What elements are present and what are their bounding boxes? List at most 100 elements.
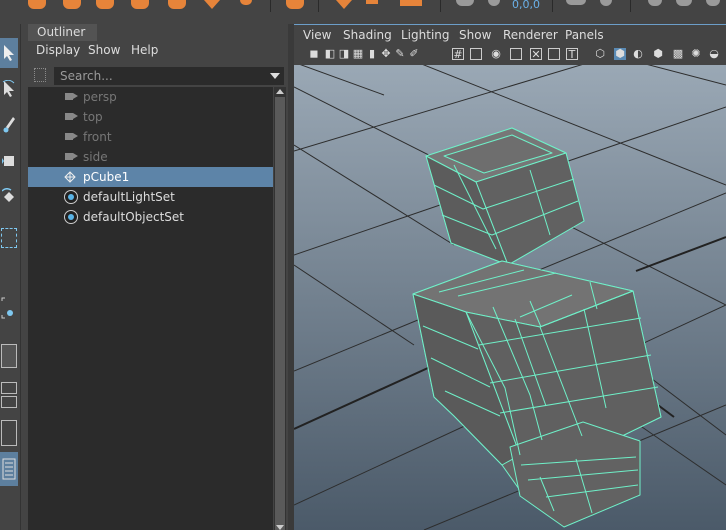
- default-material-icon[interactable]: ◐: [632, 48, 644, 60]
- shelf: 0,0,0: [0, 0, 726, 24]
- cylinder-icon[interactable]: [96, 0, 114, 9]
- outliner-item-label: pCube1: [83, 170, 130, 184]
- search-input[interactable]: [54, 67, 284, 85]
- safe-title-icon[interactable]: T: [566, 48, 578, 61]
- menu-lighting[interactable]: Lighting: [401, 28, 450, 42]
- 3d-scene[interactable]: [294, 65, 726, 530]
- filter-icon[interactable]: [34, 68, 46, 82]
- scroll-down-icon[interactable]: [276, 525, 284, 530]
- textured-icon[interactable]: ▩: [672, 48, 684, 60]
- outliner-item-label: front: [83, 130, 112, 144]
- shadows-icon[interactable]: ◒: [708, 48, 720, 60]
- outliner-list: persp top front side pCube1 defaultLight…: [28, 87, 273, 530]
- cone-icon[interactable]: [131, 0, 149, 9]
- gate-mask-icon[interactable]: [510, 48, 522, 60]
- use-all-lights-icon[interactable]: ✺: [690, 48, 702, 60]
- bookmark-icon[interactable]: ◨: [338, 48, 350, 60]
- camera-icon: [65, 133, 78, 140]
- hypershade-icon[interactable]: [676, 0, 692, 6]
- pipe-icon[interactable]: [240, 0, 252, 5]
- bevel-icon[interactable]: [286, 0, 304, 9]
- viewport-iconbar: ◼ ◧ ◨ ▦ ▮ ✥ ✎ ✐ # ◉ ✕ T ⬡ ⬢ ◐ ⬢ ▩ ✺ ◒: [294, 45, 726, 65]
- render-settings-icon[interactable]: [648, 0, 662, 6]
- outliner-item-top[interactable]: top: [28, 107, 273, 127]
- outliner-item-defaultlightset[interactable]: defaultLightSet: [28, 187, 273, 207]
- toolbox: [0, 24, 21, 530]
- bookmark-flag-icon[interactable]: ▮: [366, 48, 378, 60]
- mesh-icon: [64, 171, 76, 183]
- paint-tool-icon[interactable]: [0, 110, 18, 140]
- outliner-item-defaultobjectset[interactable]: defaultObjectSet: [28, 207, 273, 227]
- render-icon[interactable]: [566, 0, 586, 5]
- outliner-item-front[interactable]: front: [28, 127, 273, 147]
- select-camera-icon[interactable]: ◼: [308, 48, 320, 60]
- film-gate-icon[interactable]: [470, 48, 482, 60]
- outliner-item-label: defaultLightSet: [83, 190, 175, 204]
- outliner-menubar: Display Show Help: [28, 42, 286, 60]
- outliner-scrollbar[interactable]: [274, 87, 286, 530]
- resolution-gate-icon[interactable]: ◉: [490, 48, 502, 60]
- camera-icon: [65, 93, 78, 100]
- menu-renderer[interactable]: Renderer: [503, 28, 558, 42]
- ipr-icon[interactable]: [600, 0, 612, 6]
- marquee-icon[interactable]: [1, 228, 17, 248]
- coordinate-readout: 0,0,0: [512, 0, 540, 11]
- outliner-item-label: top: [83, 110, 103, 124]
- menu-help[interactable]: Help: [131, 43, 158, 57]
- render-view-icon[interactable]: [706, 0, 720, 6]
- grease-pencil-icon[interactable]: ✎: [394, 48, 406, 60]
- select-tool-icon[interactable]: [0, 38, 18, 68]
- coordinate-icon[interactable]: [456, 0, 474, 6]
- cube-icon[interactable]: [63, 0, 81, 9]
- text-icon[interactable]: [366, 0, 378, 4]
- persp-outliner-layout-icon[interactable]: [1, 420, 17, 446]
- snap-icon[interactable]: [400, 0, 422, 6]
- field-chart-icon[interactable]: ✕: [530, 48, 542, 61]
- camera-attributes-icon[interactable]: ◧: [324, 48, 336, 60]
- tab-outliner[interactable]: Outliner: [28, 24, 97, 41]
- chevron-down-icon[interactable]: [270, 73, 280, 79]
- two-pane-layout-icon[interactable]: [1, 382, 17, 394]
- lasso-tool-icon[interactable]: [0, 74, 18, 104]
- grease-pencil-brush-icon[interactable]: ✐: [408, 48, 420, 60]
- sphere-icon[interactable]: [28, 0, 46, 9]
- wireframe-on-shaded-icon[interactable]: ⬢: [652, 48, 664, 60]
- viewport-panel: View Shading Lighting Show Renderer Pane…: [294, 24, 726, 530]
- outliner-item-label: side: [83, 150, 108, 164]
- 2d-pan-icon[interactable]: ✥: [380, 48, 392, 60]
- camera-icon: [65, 113, 78, 120]
- single-pane-layout-icon[interactable]: [1, 344, 17, 368]
- plane-icon[interactable]: [168, 0, 186, 9]
- four-pane-layout-icon[interactable]: [1, 396, 17, 408]
- camera-icon[interactable]: [336, 0, 352, 9]
- menu-show[interactable]: Show: [88, 43, 120, 57]
- outliner-item-pcube1[interactable]: pCube1: [28, 167, 273, 187]
- image-plane-icon[interactable]: ▦: [352, 48, 364, 60]
- outliner-item-label: persp: [83, 90, 117, 104]
- move-tool-icon[interactable]: [0, 146, 18, 176]
- outliner-panel: Outliner Display Show Help persp top fro…: [28, 24, 288, 530]
- outliner-item-persp[interactable]: persp: [28, 87, 273, 107]
- viewport-menubar: View Shading Lighting Show Renderer Pane…: [294, 26, 726, 45]
- wireframe-icon[interactable]: ⬡: [594, 48, 606, 60]
- smooth-shade-icon[interactable]: ⬢: [614, 48, 626, 60]
- pivot-icon[interactable]: [488, 0, 500, 6]
- safe-action-icon[interactable]: [548, 48, 560, 60]
- scroll-up-icon[interactable]: [276, 89, 284, 94]
- camera-icon: [65, 153, 78, 160]
- menu-shading[interactable]: Shading: [343, 28, 392, 42]
- torus-icon[interactable]: [204, 0, 220, 9]
- menu-show[interactable]: Show: [459, 28, 491, 42]
- rotate-tool-icon[interactable]: [0, 182, 18, 212]
- grid-icon[interactable]: #: [452, 48, 464, 61]
- menu-view[interactable]: View: [303, 28, 331, 42]
- scroll-thumb[interactable]: [275, 97, 285, 530]
- snap-together-icon[interactable]: [0, 290, 18, 326]
- outliner-item-side[interactable]: side: [28, 147, 273, 167]
- outliner-layout-icon[interactable]: [0, 452, 18, 486]
- menu-panels[interactable]: Panels: [565, 28, 604, 42]
- outliner-search: [30, 67, 284, 85]
- set-icon: [64, 190, 78, 204]
- menu-display[interactable]: Display: [36, 43, 80, 57]
- outliner-item-label: defaultObjectSet: [83, 210, 185, 224]
